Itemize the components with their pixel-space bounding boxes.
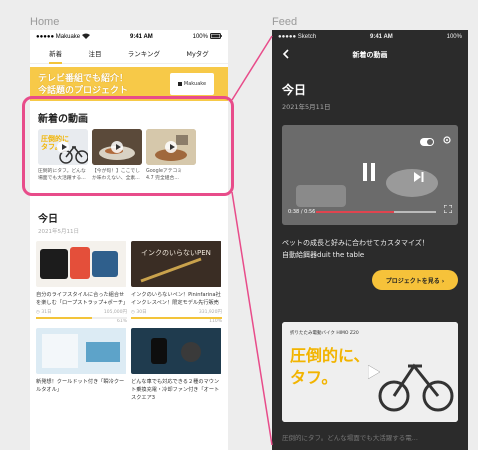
project-thumbnail: インクのいらないPEN: [131, 241, 222, 287]
tab-ranking[interactable]: ランキング: [128, 48, 160, 63]
video-scrubber[interactable]: [316, 211, 436, 213]
home-screen: ●●●●● Makuake 9:41 AM 100% 新着 注目 ランキング M…: [30, 30, 228, 450]
toggle-icon[interactable]: [420, 131, 434, 150]
play-icon: [111, 141, 123, 153]
video-time: 0:38 / 0:56: [288, 209, 316, 215]
fullscreen-icon[interactable]: [443, 198, 453, 217]
home-artboard-label: Home: [30, 16, 60, 28]
headline-line-1: 圧倒的に、: [290, 346, 370, 365]
status-bar: ●●●●● Makuake 9:41 AM 100%: [30, 30, 228, 43]
video-thumbnail: 圧倒的に タフ。: [38, 129, 88, 165]
project-title: 自分のライフスタイルに合った組合せを楽しむ「ロープストラップ+ポーチ」: [36, 292, 129, 306]
today-section: 今日 2021年5月11日 自分のライフスタイルに合った組合せを楽しむ「ロープス…: [30, 202, 228, 402]
video-card[interactable]: 折りたたみ電動バイク HIMO Z20 圧倒的に、 タフ。: [282, 322, 458, 422]
percent-label: 61%: [116, 319, 127, 324]
today-title: 今日: [38, 214, 58, 225]
makuake-logo-icon: [177, 82, 182, 86]
nav-title: 新着の動画: [352, 51, 388, 59]
status-bar: ●●●●● Sketch 9:41 AM 100%: [272, 30, 468, 43]
video-thumb[interactable]: 圧倒的に タフ。 圧倒的にタフ。どんな 場面でも大活躍する...: [38, 129, 88, 182]
project-meta: ◷ 31日 105,000円: [36, 309, 127, 315]
amount-raised: 105,000円: [103, 310, 127, 315]
view-project-button[interactable]: プロジェクトを見る ›: [372, 270, 458, 290]
new-videos-section: 新着の動画 圧倒的に タフ。 圧倒的にタフ。どんな 場面でも大活躍する... 【…: [30, 102, 214, 202]
project-meta: ◷ 30日 331,920円: [131, 309, 222, 315]
feed-today-date: 2021年5月11日: [282, 103, 331, 111]
video-description: ペットの成長と好みに合わせてカスタマイズ！ 自動給餌器duit the tabl…: [282, 239, 429, 259]
video-thumb[interactable]: 【今が旬！】ここでし か味わえない、全素...: [92, 129, 142, 182]
headline-line-2: タフ。: [290, 368, 338, 387]
feed-screen: ●●●●● Sketch 9:41 AM 100% 新着の動画 今日 2021年…: [272, 30, 468, 450]
project-card[interactable]: どんな車でも対応できる２種のマウント乗換充電・冷却ファン付き「オートスクエア3: [131, 328, 222, 402]
settings-gear-icon[interactable]: [442, 130, 452, 149]
skip-next-icon[interactable]: [414, 167, 424, 186]
project-card[interactable]: 自分のライフスタイルに合った組合せを楽しむ「ロープストラップ+ポーチ」 ◷ 31…: [36, 241, 129, 324]
video-caption: 【今が旬！】ここでし か味わえない、全素...: [92, 169, 140, 181]
banner-text: テレビ番組でも紹介！ 今話題のプロジェクト: [38, 73, 128, 97]
play-icon: [165, 141, 177, 153]
video-thumb[interactable]: Googleアテコミ 4.7 完全組合...: [146, 129, 196, 182]
project-thumbnail: [131, 328, 222, 374]
play-icon[interactable]: [367, 364, 381, 383]
today-date: 2021年5月11日: [38, 229, 79, 235]
video-player[interactable]: 0:38 / 0:56: [282, 125, 458, 225]
project-title: インクのいらないペン！Pininfarina社インクレスペン！限定モデル先行販売: [131, 292, 221, 306]
video-thumbnail: [92, 129, 142, 165]
battery-icon: [209, 32, 222, 41]
product-badge: 折りたたみ電動バイク HIMO Z20: [290, 331, 359, 336]
days-left: ◷ 31日: [36, 310, 52, 315]
carrier-label: ●●●●● Makuake: [36, 33, 81, 40]
battery-label: 100%: [446, 33, 462, 40]
new-videos-title: 新着の動画: [38, 114, 88, 125]
promo-banner[interactable]: テレビ番組でも紹介！ 今話題のプロジェクト Makuake: [30, 67, 228, 101]
video-card-caption: 圧倒的にタフ。どんな場面でも大活躍する電...: [282, 434, 418, 442]
project-card[interactable]: インクのいらないPEN インクのいらないペン！Pininfarina社インクレス…: [131, 241, 222, 324]
project-thumbnail: [36, 241, 127, 287]
banner-logo-text: Makuake: [183, 81, 207, 87]
project-thumbnail: [36, 328, 127, 374]
funding-progress-fill: [131, 317, 222, 319]
banner-logo-card: Makuake: [170, 73, 214, 95]
category-tabs: 新着 注目 ランキング Myタグ: [30, 43, 228, 64]
video-scrubber-fill: [316, 211, 394, 213]
tab-mytags[interactable]: Myタグ: [186, 48, 208, 63]
funding-progress: [36, 317, 127, 319]
back-chevron-icon[interactable]: [282, 49, 290, 59]
days-left: ◷ 30日: [131, 310, 147, 315]
battery-label: 100%: [192, 33, 208, 40]
tab-new[interactable]: 新着: [49, 48, 63, 64]
play-icon: [57, 141, 69, 153]
svg-text:インクのいらないPEN: インクのいらないPEN: [141, 249, 211, 257]
video-caption: 圧倒的にタフ。どんな 場面でも大活躍する...: [38, 169, 86, 181]
nav-bar: 新着の動画: [272, 43, 468, 67]
clock-label: 9:41 AM: [369, 33, 393, 40]
amount-raised: 331,920円: [198, 310, 222, 315]
project-title: 新発想！クールドット付き「瞬冷クールタオル」: [36, 379, 125, 393]
banner-line-2: 今話題のプロジェクト: [38, 86, 129, 96]
funding-progress-fill: [36, 317, 92, 319]
video-thumbnail: [146, 129, 196, 165]
feed-artboard-label: Feed: [272, 16, 298, 28]
tab-featured[interactable]: 注目: [88, 48, 101, 63]
wifi-icon: [82, 33, 91, 41]
funding-progress: [131, 317, 222, 319]
feed-today-title: 今日: [282, 83, 307, 97]
percent-label: 110%: [209, 319, 222, 324]
carrier-label: ●●●●● Sketch: [278, 33, 317, 40]
project-card[interactable]: 新発想！クールドット付き「瞬冷クールタオル」: [36, 328, 127, 402]
pause-icon[interactable]: [362, 163, 376, 185]
clock-label: 9:41 AM: [129, 33, 153, 40]
banner-line-1: テレビ番組でも紹介！: [38, 74, 129, 84]
project-title: どんな車でも対応できる２種のマウント乗換充電・冷却ファン付き「オートスクエア3: [131, 379, 220, 401]
video-caption: Googleアテコミ 4.7 完全組合...: [146, 169, 183, 181]
